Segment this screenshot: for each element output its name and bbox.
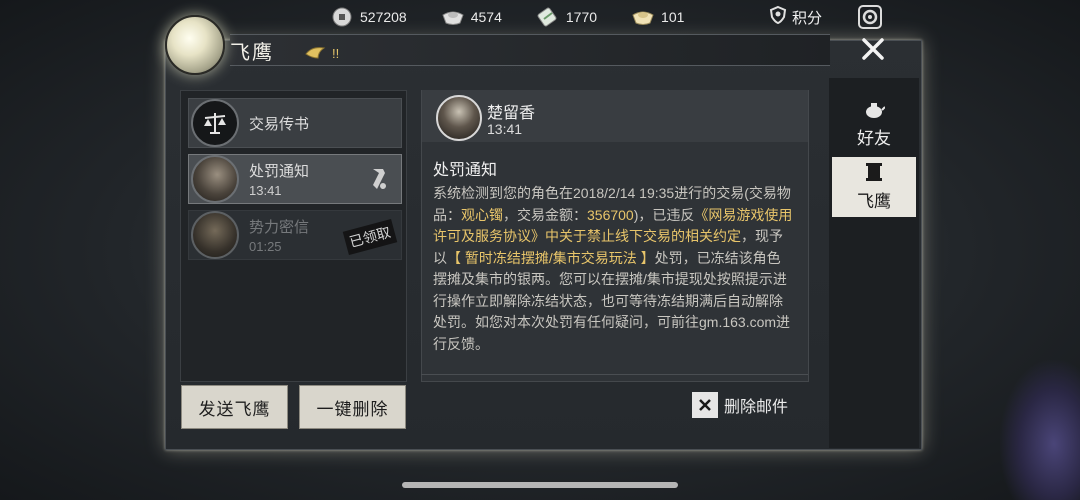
currency-silver-ingot[interactable]: 4574 xyxy=(441,7,502,27)
mail-item-faction-letter[interactable]: 势力密信 01:25 已领取 xyxy=(188,210,402,260)
announcement-marquee: !! xyxy=(304,44,339,63)
avatar xyxy=(191,155,239,203)
mail-item-time: 01:25 xyxy=(249,239,282,254)
character-figure xyxy=(1000,360,1080,500)
scroll-icon xyxy=(369,167,389,196)
mail-item-name: 势力密信 xyxy=(249,219,310,236)
close-button[interactable] xyxy=(852,28,894,70)
home-indicator[interactable] xyxy=(402,482,678,488)
tab-friends[interactable]: 好友 xyxy=(832,95,916,155)
mail-item-penalty-notice[interactable]: 处罚通知 13:41 xyxy=(188,154,402,204)
mail-body: 系统检测到您的角色在2018/2/14 19:35进行的交易(交易物品：观心镯，… xyxy=(433,185,793,352)
close-icon xyxy=(692,392,718,418)
jade-ticket-icon xyxy=(536,7,560,27)
currency-gold-ingot[interactable]: 101 xyxy=(631,7,684,27)
claimed-stamp: 已领取 xyxy=(342,218,398,256)
avatar xyxy=(436,95,482,141)
silver-coin-icon xyxy=(330,7,354,27)
avatar xyxy=(191,211,239,259)
teapot-icon xyxy=(863,101,886,124)
window-title: 飞鹰 xyxy=(230,40,274,64)
scale-icon xyxy=(191,99,239,147)
mail-item-name: 处罚通知 xyxy=(249,163,310,180)
mail-item-time: 13:41 xyxy=(249,183,282,198)
currency-jade-ticket[interactable]: 1770 xyxy=(536,7,597,27)
sender-name: 楚留香 xyxy=(487,105,536,122)
points-shield-icon xyxy=(768,5,788,29)
moon-emblem-icon xyxy=(165,15,225,75)
scroll-icon xyxy=(865,162,883,187)
silver-ingot-icon xyxy=(441,7,465,27)
sender-time: 13:41 xyxy=(487,121,523,137)
mail-subject: 处罚通知 xyxy=(433,162,498,179)
settings-gear-icon[interactable] xyxy=(856,3,884,31)
currency-silver-coin[interactable]: 527208 xyxy=(330,7,407,27)
divider xyxy=(421,374,808,375)
mail-item-name: 交易传书 xyxy=(249,115,310,133)
send-eagle-button[interactable]: 发送飞鹰 xyxy=(181,385,288,429)
points-display[interactable]: 积分 xyxy=(768,5,822,29)
close-icon xyxy=(862,38,884,60)
currency-bar: 527208 4574 1770 101 xyxy=(330,0,718,34)
delete-mail-button[interactable]: 删除邮件 xyxy=(692,392,788,418)
delete-all-button[interactable]: 一键删除 xyxy=(299,385,406,429)
horn-icon xyxy=(304,44,326,63)
mail-item-trade-letter[interactable]: 交易传书 xyxy=(188,98,402,148)
tab-eagle[interactable]: 飞鹰 xyxy=(832,157,916,217)
gold-ingot-icon xyxy=(631,7,655,27)
